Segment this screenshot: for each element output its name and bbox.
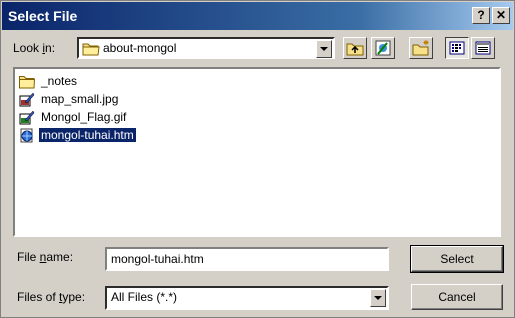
new-folder-icon <box>412 40 429 56</box>
folder-icon <box>82 43 100 56</box>
file-name-label-prefix: File <box>17 250 40 264</box>
files-of-type-label: Files of type: <box>17 290 85 304</box>
look-in-label-suffix: n: <box>45 41 56 55</box>
chevron-down-icon[interactable] <box>316 40 332 58</box>
cancel-button[interactable]: Cancel <box>411 284 503 310</box>
file-name-field[interactable] <box>105 247 389 271</box>
close-button[interactable]: ✕ <box>492 7 510 24</box>
look-in-label-prefix: Look <box>13 41 43 55</box>
create-new-folder-button[interactable] <box>409 37 433 59</box>
list-view-icon <box>449 41 465 55</box>
details-view-button[interactable] <box>471 37 495 59</box>
browse-icon <box>375 40 391 56</box>
list-item-label: Mongol_Flag.gif <box>41 110 127 124</box>
list-view-button[interactable] <box>445 37 469 59</box>
list-item-label: _notes <box>41 74 78 88</box>
look-in-value: about-mongol <box>103 41 177 55</box>
files-of-type-label-suffix: ype: <box>62 290 86 304</box>
window-title: Select File <box>8 8 78 24</box>
select-button[interactable]: Select <box>410 245 504 273</box>
title-bar[interactable]: Select File ? ✕ <box>2 2 513 30</box>
folder-icon <box>19 76 35 89</box>
look-in-dropdown[interactable]: about-mongol <box>77 37 335 59</box>
help-button[interactable]: ? <box>472 7 490 24</box>
list-item-label: map_small.jpg <box>41 92 119 106</box>
details-view-icon <box>475 41 491 55</box>
image-icon <box>19 110 35 125</box>
select-file-dialog: Select File ? ✕ Look in: about-mongol _n… <box>0 0 515 318</box>
file-list[interactable]: _notes map_small.jpg Mongol_Flag.gif mon… <box>13 67 501 237</box>
files-of-type-value: All Files (*.*) <box>111 290 178 304</box>
file-name-label: File name: <box>17 250 73 264</box>
files-of-type-dropdown[interactable]: All Files (*.*) <box>105 286 389 310</box>
html-file-icon <box>20 128 33 143</box>
browse-web-button[interactable] <box>371 37 395 59</box>
chevron-down-icon[interactable] <box>370 289 386 307</box>
list-item-label: mongol-tuhai.htm <box>38 127 137 143</box>
up-folder-icon <box>346 43 364 56</box>
image-icon <box>19 92 35 107</box>
look-in-label: Look in: <box>13 41 55 55</box>
up-one-level-button[interactable] <box>343 37 367 59</box>
file-name-label-suffix: ame: <box>46 250 74 264</box>
file-name-input[interactable] <box>109 250 381 268</box>
files-of-type-label-prefix: Files of <box>17 290 60 304</box>
